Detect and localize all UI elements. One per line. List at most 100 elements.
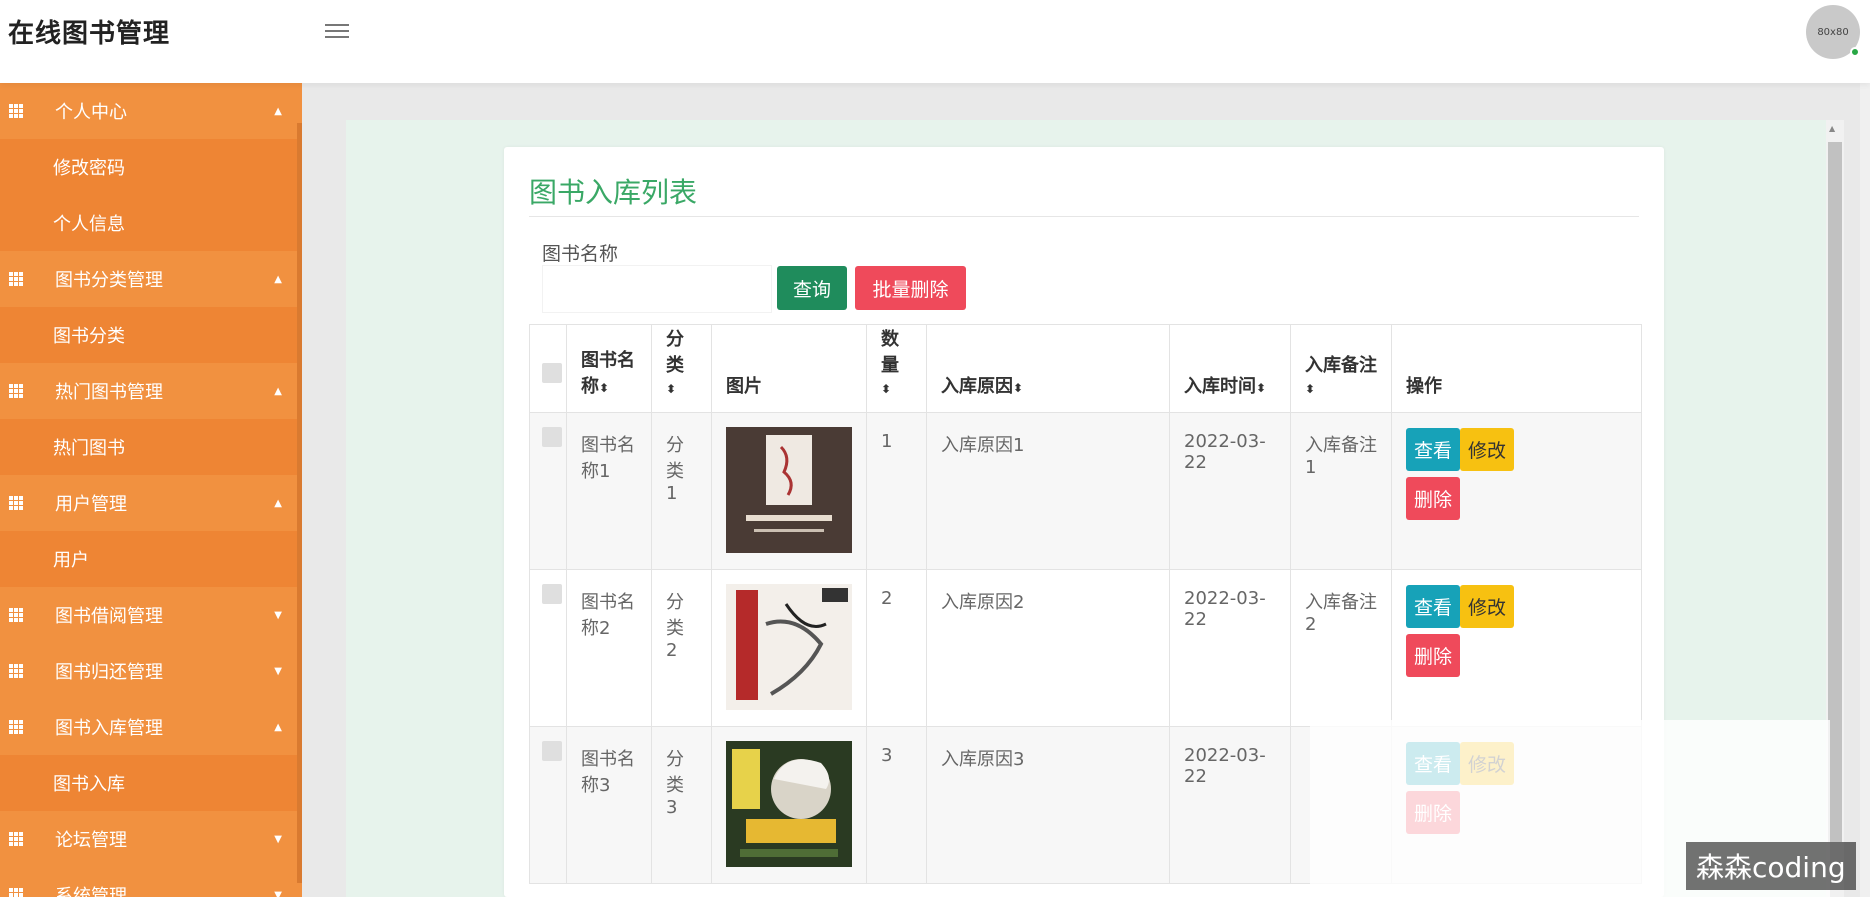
cell-text: 入库备注: [1305, 592, 1377, 613]
cell-text: 称1: [581, 461, 611, 482]
cell-quantity: 1: [866, 412, 927, 570]
sort-icon: ⬍: [1256, 381, 1267, 395]
sidebar-group-category-management[interactable]: 图书分类管理 ▲: [0, 251, 302, 307]
sidebar-group-label: 热门图书管理: [55, 382, 163, 403]
col-book-name[interactable]: 图书名 称⬍: [566, 324, 652, 413]
book-name-search-input[interactable]: [542, 265, 772, 313]
cell-text: 2022-03-: [1184, 431, 1266, 452]
sidebar-group-return-management[interactable]: 图书归还管理 ▼: [0, 643, 302, 699]
sidebar-group-forum-management[interactable]: 论坛管理 ▼: [0, 811, 302, 867]
sidebar-scrollbar[interactable]: [297, 123, 302, 883]
app-title: 在线图书管理: [8, 19, 171, 49]
book-cover-image[interactable]: [726, 741, 852, 867]
row-checkbox[interactable]: [542, 741, 562, 761]
col-ops: 操作: [1391, 324, 1642, 413]
col-quantity[interactable]: 数量 ⬍: [866, 324, 927, 413]
sidebar-item-book-category[interactable]: 图书分类: [0, 307, 302, 363]
sort-icon: ⬍: [599, 381, 610, 395]
query-button[interactable]: 查询: [777, 266, 847, 310]
sidebar-group-label: 图书分类管理: [55, 270, 163, 291]
sidebar-group-label: 个人中心: [55, 102, 127, 123]
cell-text: 22: [1184, 609, 1207, 630]
cell-text: 2022-03-: [1184, 745, 1266, 766]
col-time[interactable]: 入库时间⬍: [1169, 324, 1291, 413]
edit-button[interactable]: 修改: [1460, 428, 1515, 471]
row-select-cell: [529, 569, 567, 727]
page-title: 图书入库列表: [529, 176, 698, 209]
cell-text: 2022-03-: [1184, 588, 1266, 609]
view-button[interactable]: 查看: [1406, 428, 1461, 471]
cell-remark: 入库备注 1: [1290, 412, 1392, 570]
row-select-cell: [529, 726, 567, 884]
cell-text: 称2: [581, 618, 611, 639]
col-reason[interactable]: 入库原因⬍: [926, 324, 1170, 413]
batch-delete-button[interactable]: 批量删除: [855, 266, 966, 310]
header-label: 图片: [726, 376, 762, 397]
edit-button[interactable]: 修改: [1460, 585, 1515, 628]
caret-down-icon: ▼: [274, 609, 282, 621]
cell-book-name: 图书名 称1: [566, 412, 652, 570]
cell-time: 2022-03- 22: [1169, 412, 1291, 570]
book-cover-image[interactable]: [726, 427, 852, 553]
caret-down-icon: ▼: [274, 833, 282, 845]
cell-reason: 入库原因1: [926, 412, 1170, 570]
cell-book-name: 图书名 称3: [566, 726, 652, 884]
sort-icon: ⬍: [1305, 382, 1316, 396]
grid-icon: [9, 608, 23, 622]
sidebar-item-personal-info[interactable]: 个人信息: [0, 195, 302, 251]
top-bar: 在线图书管理 80x80: [0, 0, 1870, 83]
table-header-row: 图书名 称⬍ 分类 ⬍ 图片 数量 ⬍ 入库原因⬍ 入库时间⬍ 入库备注 ⬍ 操作: [529, 324, 1642, 413]
cell-category: 分类 1: [651, 412, 712, 570]
title-divider: [529, 216, 1639, 217]
cell-category: 分类 2: [651, 569, 712, 727]
scrollbar-thumb[interactable]: [1828, 142, 1842, 842]
cell-category: 分类 3: [651, 726, 712, 884]
grid-icon: [9, 888, 23, 897]
table-row: 图书名称1 分类1 1 入库原因1 2022-03-22 入库备注1 查: [529, 412, 1642, 570]
avatar-placeholder-text: 80x80: [1817, 26, 1849, 38]
caret-up-icon: ▲: [274, 273, 282, 285]
sidebar-group-user-management[interactable]: 用户管理 ▲: [0, 475, 302, 531]
cell-text: 2: [1305, 614, 1317, 635]
header-label: 入库备注: [1305, 355, 1377, 376]
sidebar: 个人中心 ▲ 修改密码 个人信息 图书分类管理 ▲ 图书分类 热门图书管理 ▲ …: [0, 83, 302, 897]
header-label: 入库原因: [941, 376, 1013, 397]
sidebar-item-hot-books[interactable]: 热门图书: [0, 419, 302, 475]
grid-icon: [9, 664, 23, 678]
cell-ops: 查看修改 删除: [1391, 569, 1642, 727]
watermark: 森森coding: [1686, 842, 1856, 890]
sidebar-group-system-management[interactable]: 系统管理 ▼: [0, 867, 302, 897]
col-category[interactable]: 分类 ⬍: [651, 324, 712, 413]
sidebar-group-borrow-management[interactable]: 图书借阅管理 ▼: [0, 587, 302, 643]
cell-text: 分类: [666, 435, 684, 482]
sidebar-group-stock-in-management[interactable]: 图书入库管理 ▲: [0, 699, 302, 755]
row-checkbox[interactable]: [542, 584, 562, 604]
delete-button[interactable]: 删除: [1406, 477, 1461, 520]
caret-up-icon: ▲: [274, 105, 282, 117]
sidebar-group-hot-books-management[interactable]: 热门图书管理 ▲: [0, 363, 302, 419]
avatar[interactable]: 80x80: [1806, 5, 1860, 59]
cell-text: 1: [666, 483, 678, 504]
scroll-up-arrow-icon[interactable]: ▲: [1829, 124, 1835, 133]
col-remark[interactable]: 入库备注 ⬍: [1290, 324, 1392, 413]
header-label: 数量: [881, 329, 899, 376]
caret-up-icon: ▲: [274, 385, 282, 397]
cell-reason: 入库原因2: [926, 569, 1170, 727]
hamburger-menu-icon[interactable]: [322, 20, 352, 42]
sidebar-group-personal-center[interactable]: 个人中心 ▲: [0, 83, 302, 139]
book-cover-image[interactable]: [726, 584, 852, 710]
select-all-checkbox[interactable]: [542, 363, 562, 383]
search-label: 图书名称: [542, 243, 619, 265]
sidebar-item-book-stock-in[interactable]: 图书入库: [0, 755, 302, 811]
delete-button[interactable]: 删除: [1406, 634, 1461, 677]
window-scrollbar[interactable]: [1860, 83, 1870, 897]
cell-reason: 入库原因3: [926, 726, 1170, 884]
sidebar-group-label: 图书借阅管理: [55, 606, 163, 627]
view-button[interactable]: 查看: [1406, 585, 1461, 628]
cell-image: [711, 412, 867, 570]
sidebar-item-users[interactable]: 用户: [0, 531, 302, 587]
online-status-icon: [1850, 47, 1860, 57]
cell-text: 图书名: [581, 749, 635, 770]
row-checkbox[interactable]: [542, 427, 562, 447]
sidebar-item-change-password[interactable]: 修改密码: [0, 139, 302, 195]
